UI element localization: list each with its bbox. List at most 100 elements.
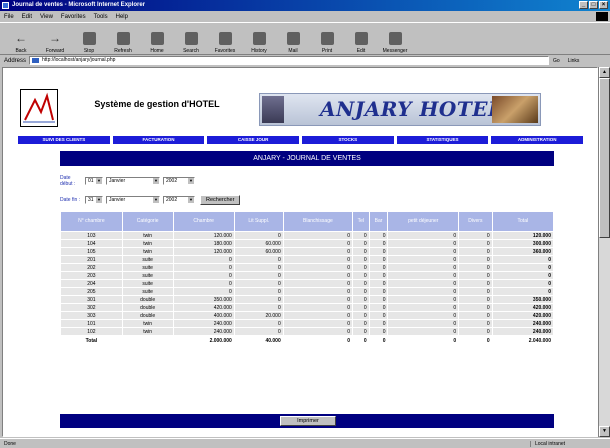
page-heading: ANJARY - JOURNAL DE VENTES [60,151,554,166]
table-cell: 0 [234,232,283,239]
mail-button[interactable]: Mail [278,24,308,54]
table-cell: 0 [459,232,492,239]
table-cell: 0 [283,256,353,263]
table-cell: 0 [369,288,388,295]
messenger-label: Messenger [382,47,408,54]
menu-edit[interactable]: Edit [22,14,32,20]
table-cell: 0 [459,240,492,247]
menu-file[interactable]: File [4,14,14,20]
back-button[interactable]: ← Back [6,24,36,54]
history-icon [252,31,266,45]
address-input[interactable]: http://localhost/anjary/journal.php [29,56,550,65]
table-cell: 350.000 [173,296,234,303]
room-photo [492,96,538,123]
table-cell: 420.000 [492,312,553,319]
table-cell: 0 [388,264,459,271]
table-cell: 0 [388,272,459,279]
table-cell: 0 [459,312,492,319]
table-cell: 240.000 [173,320,234,327]
table-cell: twin [122,320,173,327]
table-cell: 0 [388,328,459,335]
menu-favorites[interactable]: Favorites [61,14,86,20]
table-cell: 0 [283,296,353,303]
col-laundry: Blanchissage [283,212,353,231]
edit-button[interactable]: Edit [346,24,376,54]
end-month-select[interactable]: Janvier ▼ [106,196,160,204]
table-cell: 0 [283,240,353,247]
nav-stocks[interactable]: STOCKS [302,136,394,144]
nav-administration[interactable]: ADMINISTRATION [491,136,584,144]
minimize-button[interactable]: _ [579,1,588,9]
search-button[interactable]: Search [176,24,206,54]
start-day-value: 01 [88,178,94,184]
table-cell: 350.000 [492,296,553,303]
table-cell: suite [122,272,173,279]
table-cell: 0 [388,232,459,239]
nav-caisse-jour[interactable]: CAISSE JOUR [207,136,300,144]
table-row: 302 double 420.000 0 0 0 0 0 0 420.000 [61,304,553,311]
table-cell: 204 [61,280,122,287]
table-cell: 0 [369,320,388,327]
table-cell: 0 [283,232,353,239]
search-label: Search [183,47,199,54]
address-url: http://localhost/anjary/journal.php [42,57,116,63]
scroll-down-icon[interactable]: ▼ [599,426,610,437]
links-button[interactable]: Links [568,58,580,64]
table-cell: 202 [61,264,122,271]
chevron-down-icon: ▼ [96,178,102,184]
table-cell: 0 [173,256,234,263]
status-text: Done [4,440,16,447]
start-year-select[interactable]: 2002 ▼ [163,177,195,185]
table-cell: 103 [61,232,122,239]
refresh-button[interactable]: Refresh [108,24,138,54]
print-toolbar-button[interactable]: Print [312,24,342,54]
favorites-button[interactable]: Favorites [210,24,240,54]
end-year-value: 2002 [166,197,178,203]
table-cell: 0 [459,280,492,287]
forward-button[interactable]: → Forward [40,24,70,54]
table-row: 103 twin 120.000 0 0 0 0 0 0 120.000 [61,232,553,239]
vertical-scrollbar[interactable]: ▲ ▼ [598,67,610,437]
start-day-select[interactable]: 01 ▼ [85,177,103,185]
table-cell: 0 [459,320,492,327]
banner-hotel-name: ANJARY HOTEL [320,97,503,121]
menu-view[interactable]: View [40,14,53,20]
table-cell: 20.000 [234,312,283,319]
nav-suivi-clients[interactable]: SUIVI DES CLIENTS [18,136,110,144]
table-cell: 0 [353,248,369,255]
menu-help[interactable]: Help [116,14,128,20]
building-image [262,96,284,123]
table-cell: 0 [283,328,353,335]
home-button[interactable]: Home [142,24,172,54]
table-cell: 0 [234,280,283,287]
window-title: Journal de ventes - Microsoft Internet E… [12,2,146,8]
start-month-select[interactable]: Janvier ▼ [106,177,160,185]
start-month-value: Janvier [109,178,126,184]
table-row: 301 double 350.000 0 0 0 0 0 0 350.000 [61,296,553,303]
table-cell: 0 [234,288,283,295]
window-title-bar: Journal de ventes - Microsoft Internet E… [0,0,610,11]
scroll-thumb[interactable] [599,78,610,238]
table-cell: 0 [283,248,353,255]
edit-icon [354,31,368,45]
search-submit-button[interactable]: Rechercher [200,195,241,205]
stop-button[interactable]: Stop [74,24,104,54]
history-button[interactable]: History [244,24,274,54]
messenger-button[interactable]: Messenger [380,24,410,54]
menu-tools[interactable]: Tools [94,14,108,20]
scroll-up-icon[interactable]: ▲ [599,67,610,78]
print-button[interactable]: Imprimer [280,416,336,426]
table-cell: 0 [353,288,369,295]
nav-statistiques[interactable]: STATISTIQUES [396,136,489,144]
end-year-select[interactable]: 2002 ▼ [163,196,195,204]
close-button[interactable]: × [599,1,608,9]
table-cell: 0 [234,264,283,271]
table-cell: 0 [234,272,283,279]
nav-facturation[interactable]: FACTURATION [112,136,205,144]
maximize-button[interactable]: □ [589,1,598,9]
chevron-down-icon: ▼ [96,197,102,203]
go-button[interactable]: Go [553,58,560,64]
end-day-select[interactable]: 31 ▼ [85,196,103,204]
search-icon [184,31,198,45]
table-cell: 0 [353,312,369,319]
